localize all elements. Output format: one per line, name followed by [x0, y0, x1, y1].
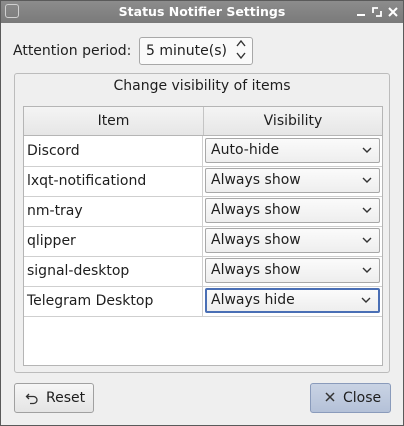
visibility-value: Always show: [211, 232, 301, 248]
chevron-down-icon: [361, 297, 371, 303]
item-name[interactable]: nm-tray: [24, 196, 203, 226]
titlebar[interactable]: Status Notifier Settings: [1, 1, 403, 23]
visibility-dropdown[interactable]: Always show: [205, 198, 380, 223]
item-name[interactable]: signal-desktop: [24, 256, 203, 286]
visibility-groupbox: Change visibility of items Item Visibili…: [14, 73, 390, 373]
chevron-down-icon: [362, 177, 372, 183]
close-button[interactable]: Close: [310, 383, 391, 413]
close-button-label: Close: [343, 390, 382, 406]
window-title: Status Notifier Settings: [118, 4, 286, 19]
attention-period-value: 5 minute(s): [146, 43, 227, 59]
visibility-cell: Always show: [204, 256, 382, 286]
item-name[interactable]: Discord: [24, 136, 203, 166]
attention-period-spinbox[interactable]: 5 minute(s): [139, 37, 253, 65]
minimize-icon[interactable]: [353, 3, 369, 21]
table-row[interactable]: qlipper Always show: [24, 226, 382, 257]
close-icon[interactable]: [385, 3, 401, 21]
settings-window: Status Notifier Settings Attention perio…: [0, 0, 404, 426]
chevron-down-icon: [362, 147, 372, 153]
visibility-cell: Always show: [204, 196, 382, 226]
reset-button-label: Reset: [46, 390, 86, 406]
close-x-icon: [323, 391, 337, 405]
item-name[interactable]: qlipper: [24, 226, 203, 256]
chevron-down-icon: [362, 207, 372, 213]
visibility-dropdown[interactable]: Always show: [205, 258, 380, 283]
visibility-value: Always show: [211, 202, 301, 218]
visibility-value: Always hide: [211, 292, 295, 308]
table-row[interactable]: Telegram Desktop Always hide: [24, 286, 382, 317]
visibility-cell: Always show: [204, 166, 382, 196]
visibility-dropdown[interactable]: Always show: [205, 168, 380, 193]
visibility-cell: Always hide: [204, 286, 382, 316]
visibility-dropdown[interactable]: Always show: [205, 228, 380, 253]
table-row[interactable]: nm-tray Always show: [24, 196, 382, 227]
items-table: Item Visibility Discord Auto-hide lxqt-n…: [23, 106, 383, 366]
maximize-icon[interactable]: [369, 3, 385, 21]
visibility-value: Auto-hide: [211, 142, 280, 158]
chevron-down-icon: [362, 237, 372, 243]
table-header: Item Visibility: [24, 107, 382, 136]
table-row[interactable]: signal-desktop Always show: [24, 256, 382, 287]
table-row[interactable]: Discord Auto-hide: [24, 136, 382, 167]
reset-button[interactable]: Reset: [14, 383, 94, 413]
visibility-dropdown-focused[interactable]: Always hide: [205, 288, 380, 313]
attention-period-label: Attention period:: [13, 43, 132, 59]
visibility-value: Always show: [211, 172, 301, 188]
spin-up-icon[interactable]: [234, 39, 248, 51]
undo-icon: [25, 391, 39, 405]
visibility-cell: Always show: [204, 226, 382, 256]
item-name[interactable]: lxqt-notificationd: [24, 166, 203, 196]
visibility-value: Always show: [211, 262, 301, 278]
groupbox-title: Change visibility of items: [113, 78, 291, 94]
visibility-dropdown[interactable]: Auto-hide: [205, 138, 380, 163]
column-header-visibility[interactable]: Visibility: [204, 107, 382, 135]
item-name[interactable]: Telegram Desktop: [24, 286, 203, 316]
column-header-item[interactable]: Item: [24, 107, 204, 135]
chevron-down-icon: [362, 267, 372, 273]
spin-down-icon[interactable]: [234, 51, 248, 63]
visibility-cell: Auto-hide: [204, 136, 382, 166]
table-row[interactable]: lxqt-notificationd Always show: [24, 166, 382, 197]
